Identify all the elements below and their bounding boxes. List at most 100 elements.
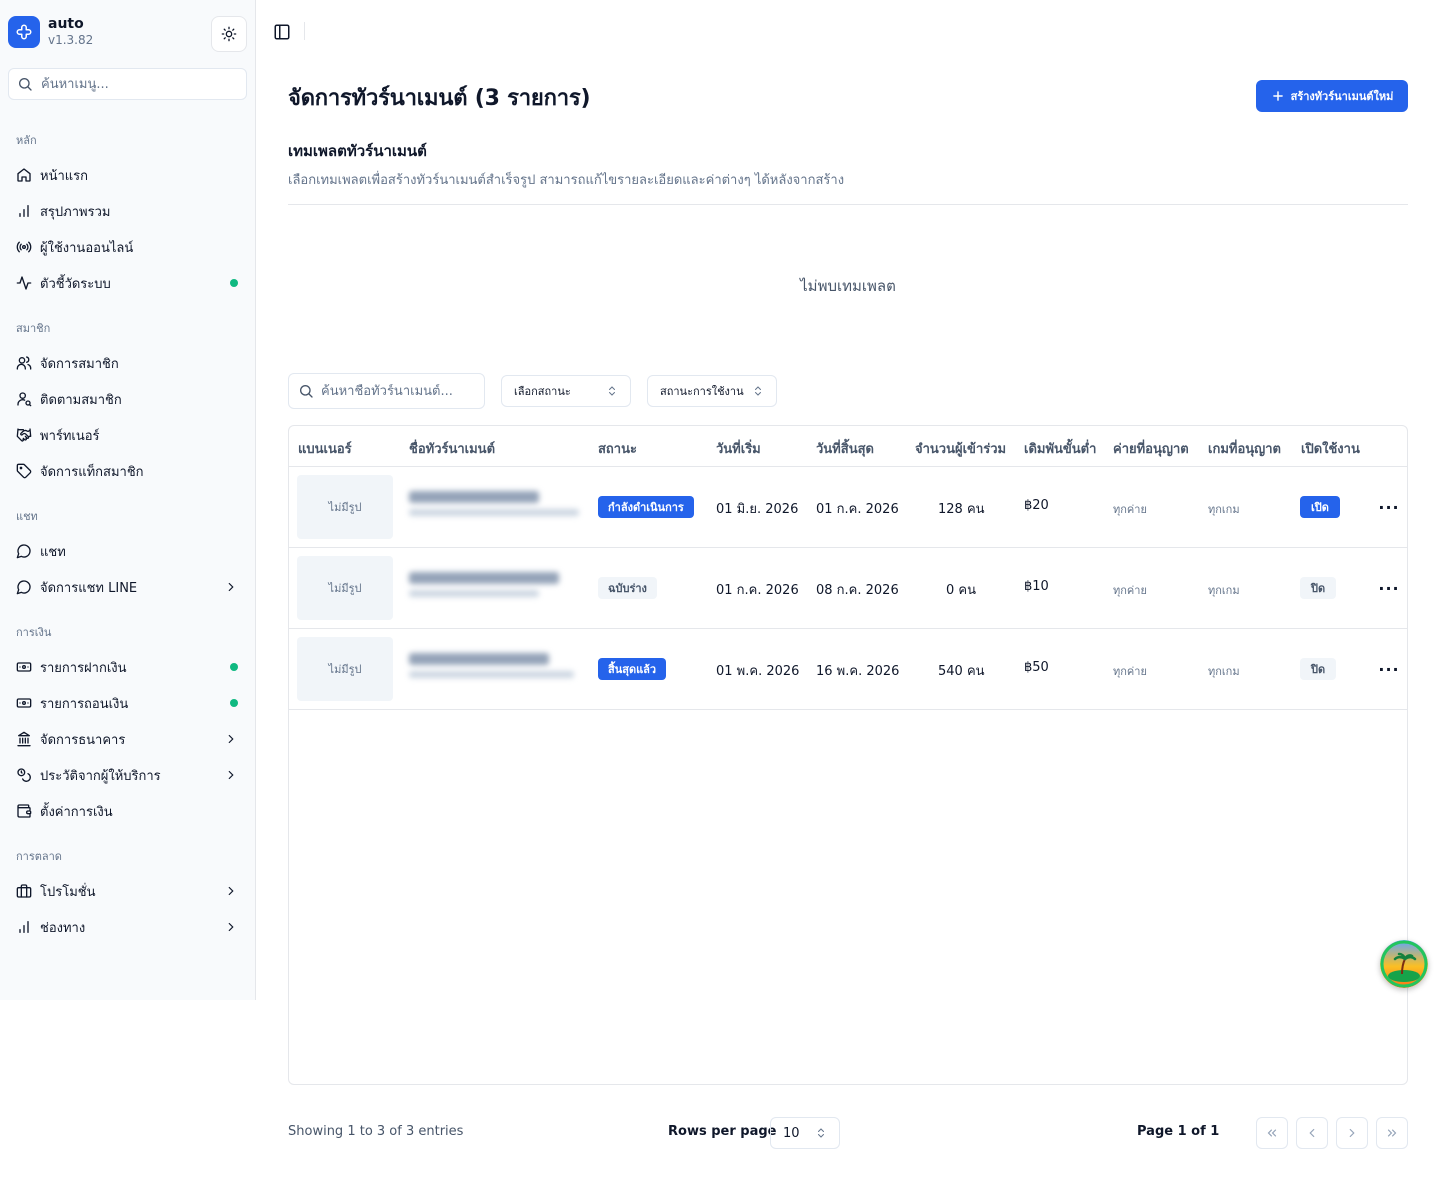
- sidebar-item-partners[interactable]: พาร์ทเนอร์: [8, 419, 248, 451]
- create-tournament-button[interactable]: สร้างทัวร์นาเมนต์ใหม่: [1256, 80, 1408, 112]
- column-header[interactable]: เดิมพันขั้นต่ำ: [1024, 438, 1096, 459]
- previous-page-button[interactable]: [1296, 1117, 1328, 1149]
- sidebar-item-deposits[interactable]: รายการฝากเงิน: [8, 651, 248, 683]
- sidebar-item-chat[interactable]: แชท: [8, 535, 248, 567]
- page-title: จัดการทัวร์นาเมนต์ (3 รายการ): [288, 86, 591, 111]
- column-header[interactable]: วันที่เริ่ม: [716, 438, 761, 459]
- column-header[interactable]: เปิดใช้งาน: [1301, 438, 1360, 459]
- sidebar-item-provider-history[interactable]: ประวัติจากผู้ให้บริการ: [8, 759, 248, 791]
- floating-chat-avatar[interactable]: [1380, 940, 1428, 988]
- status-badge: สิ้นสุดแล้ว: [598, 658, 667, 680]
- column-header[interactable]: ค่ายที่อนุญาต: [1113, 438, 1189, 459]
- home-icon: [17, 168, 31, 182]
- first-page-button[interactable]: [1256, 1117, 1288, 1149]
- sun-icon: [221, 26, 237, 42]
- sidebar-item-label: ตัวชี้วัดระบบ: [40, 276, 111, 292]
- chat-icon: [16, 544, 31, 559]
- sidebar-toggle-button[interactable]: [273, 23, 291, 41]
- sidebar-item-overview[interactable]: สรุปภาพรวม: [8, 195, 248, 227]
- tournament-name-blurred: [409, 491, 584, 521]
- chevrons-up-down-icon: [609, 386, 615, 396]
- sidebar-item-track-members[interactable]: ติดตามสมาชิก: [8, 383, 248, 415]
- tournament-name-blurred: [409, 653, 584, 683]
- participants: 128 คน: [938, 502, 985, 517]
- status-select[interactable]: เลือกสถานะ: [501, 375, 631, 407]
- sidebar-item-online-users[interactable]: ผู้ใช้งานออนไลน์: [8, 231, 248, 263]
- templates-empty-message: ไม่พบเทมเพลต: [800, 277, 896, 295]
- start-date: 01 ก.ค. 2026: [716, 583, 799, 598]
- table-row[interactable]: ไม่มีรูป สิ้นสุดแล้ว 01 พ.ค. 2026 16 พ.ค…: [289, 629, 1407, 710]
- templates-title: เทมเพลตทัวร์นาเมนต์: [288, 142, 427, 160]
- sidebar-item-label: ช่องทาง: [40, 920, 86, 936]
- column-header[interactable]: แบนเนอร์: [298, 438, 352, 459]
- tournament-search[interactable]: [288, 373, 485, 409]
- menu-search[interactable]: [8, 68, 247, 100]
- bar-chart-icon: [19, 205, 29, 217]
- next-page-button[interactable]: [1336, 1117, 1368, 1149]
- theme-toggle-button[interactable]: [211, 16, 247, 52]
- table-header: แบนเนอร์ ชื่อทัวร์นาเมนต์ สถานะ วันที่เร…: [289, 426, 1407, 467]
- tag-icon: [16, 463, 32, 479]
- wallet-icon: [17, 804, 32, 818]
- more-actions-icon[interactable]: ···: [1378, 659, 1399, 679]
- sidebar-item-label: พาร์ทเนอร์: [40, 428, 100, 444]
- sidebar-item-member-tags[interactable]: จัดการแท็กสมาชิก: [8, 455, 248, 487]
- entries-summary: Showing 1 to 3 of 3 entries: [288, 1124, 464, 1139]
- menu-search-input[interactable]: [41, 76, 231, 92]
- tournament-search-input[interactable]: [321, 383, 481, 399]
- sidebar-item-finance-settings[interactable]: ตั้งค่าการเงิน: [8, 795, 248, 827]
- sidebar-item-home[interactable]: หน้าแรก: [8, 159, 248, 191]
- allowed-providers: ทุกค่าย: [1113, 503, 1147, 516]
- column-header[interactable]: จำนวนผู้เข้าร่วม: [915, 438, 1006, 459]
- user-search-icon: [17, 392, 32, 407]
- usage-status-select[interactable]: สถานะการใช้งาน: [647, 375, 777, 407]
- handshake-icon: [16, 428, 32, 442]
- banner-placeholder: ไม่มีรูป: [297, 475, 393, 539]
- create-tournament-label: สร้างทัวร์นาเมนต์ใหม่: [1290, 90, 1394, 103]
- users-icon: [16, 356, 32, 370]
- more-actions-icon[interactable]: ···: [1378, 497, 1399, 517]
- table-row[interactable]: ไม่มีรูป ฉบับร่าง 01 ก.ค. 2026 08 ก.ค. 2…: [289, 548, 1407, 629]
- sidebar-item-label: ประวัติจากผู้ให้บริการ: [40, 768, 161, 784]
- chevrons-up-down-icon: [755, 386, 761, 396]
- main-content: จัดการทัวร์นาเมนต์ (3 รายการ) สร้างทัวร์…: [257, 0, 1440, 1181]
- allowed-providers: ทุกค่าย: [1113, 584, 1147, 597]
- allowed-games: ทุกเกม: [1208, 503, 1240, 516]
- divider: [288, 204, 1408, 205]
- status-dot: [230, 279, 238, 287]
- column-header[interactable]: เกมที่อนุญาต: [1208, 438, 1281, 459]
- column-header[interactable]: วันที่สิ้นสุด: [816, 438, 874, 459]
- more-actions-icon[interactable]: ···: [1378, 578, 1399, 598]
- enabled-badge[interactable]: ปิด: [1300, 577, 1337, 599]
- sidebar-item-line-chat[interactable]: จัดการแชท LINE: [8, 571, 248, 603]
- end-date: 08 ก.ค. 2026: [816, 583, 899, 598]
- column-header[interactable]: สถานะ: [598, 438, 637, 459]
- sidebar-item-system-metrics[interactable]: ตัวชี้วัดระบบ: [8, 267, 248, 299]
- panel-left-icon: [274, 24, 290, 40]
- rows-per-page-select[interactable]: 10: [770, 1117, 840, 1149]
- briefcase-icon: [16, 884, 32, 898]
- group-label-finance: การเงิน: [16, 626, 52, 639]
- min-bet: ฿50: [1024, 660, 1049, 675]
- sidebar-item-label: สรุปภาพรวม: [40, 204, 111, 220]
- sidebar-item-withdrawals[interactable]: รายการถอนเงิน: [8, 687, 248, 719]
- enabled-badge[interactable]: เปิด: [1300, 496, 1340, 518]
- chevron-right-icon: [228, 734, 234, 744]
- sidebar-item-label: รายการถอนเงิน: [40, 696, 129, 712]
- group-label-members: สมาชิก: [16, 322, 51, 335]
- brand[interactable]: auto v1.3.82: [8, 16, 93, 48]
- sidebar-item-label: รายการฝากเงิน: [40, 660, 127, 676]
- last-page-button[interactable]: [1376, 1117, 1408, 1149]
- sidebar-item-manage-members[interactable]: จัดการสมาชิก: [8, 347, 248, 379]
- sidebar-item-promotions[interactable]: โปรโมชั่น: [8, 875, 248, 907]
- sidebar-item-banks[interactable]: จัดการธนาคาร: [8, 723, 248, 755]
- enabled-badge[interactable]: ปิด: [1300, 658, 1337, 680]
- search-icon: [19, 78, 32, 91]
- sidebar-item-label: ตั้งค่าการเงิน: [40, 804, 113, 820]
- table-row[interactable]: ไม่มีรูป กำลังดำเนินการ 01 มิ.ย. 2026 01…: [289, 467, 1407, 548]
- status-dot: [230, 663, 238, 671]
- chevron-right-icon: [1349, 1128, 1355, 1138]
- column-header[interactable]: ชื่อทัวร์นาเมนต์: [409, 438, 495, 459]
- sidebar-item-channels[interactable]: ช่องทาง: [8, 911, 248, 943]
- chevron-right-icon: [228, 582, 234, 592]
